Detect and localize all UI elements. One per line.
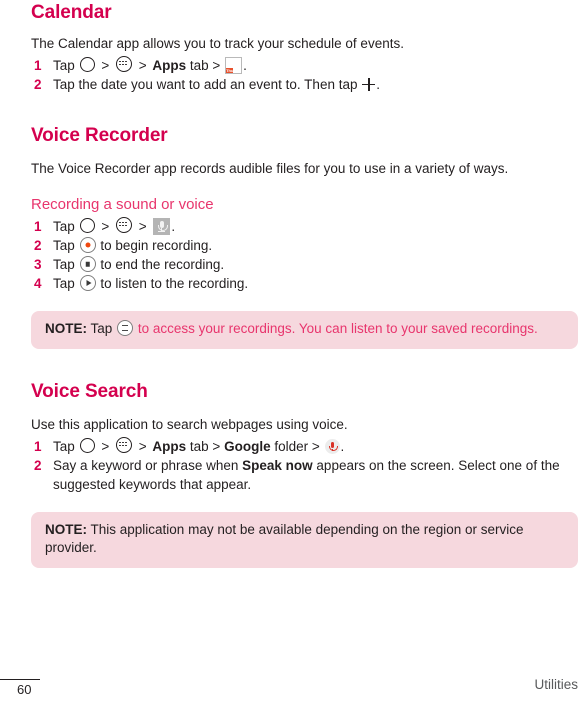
step-number: 1 bbox=[34, 219, 42, 234]
section-title-voice-recorder: Voice Recorder bbox=[31, 125, 168, 146]
running-head: Utilities bbox=[534, 677, 578, 692]
step-period: . bbox=[340, 439, 345, 454]
step-number: 1 bbox=[34, 439, 42, 454]
step-period: . bbox=[376, 77, 381, 92]
note-text: This application may not be available de… bbox=[45, 522, 524, 555]
voice-search-intro: Use this application to search webpages … bbox=[31, 417, 348, 432]
chevron-separator: > bbox=[101, 58, 110, 73]
record-button-icon[interactable] bbox=[79, 237, 96, 253]
speak-now-label: Speak now bbox=[242, 458, 313, 473]
apps-dots bbox=[118, 60, 127, 66]
voice-search-steps: 1 Tap > > Apps tab > Google folder > . 2… bbox=[31, 437, 578, 494]
google-mic-icon[interactable] bbox=[324, 439, 340, 454]
voice-search-step-2: 2 Say a keyword or phrase when Speak now … bbox=[31, 456, 578, 494]
step-text-after: to end the recording. bbox=[100, 257, 225, 272]
apps-icon[interactable] bbox=[115, 56, 132, 72]
section-title-calendar: Calendar bbox=[31, 2, 112, 23]
note-text-before: Tap bbox=[90, 321, 113, 336]
chevron-separator: > bbox=[101, 219, 110, 234]
calendar-step-2: 2 Tap the date you want to add an event t… bbox=[31, 75, 578, 94]
apps-icon[interactable] bbox=[115, 437, 132, 453]
step-number: 4 bbox=[34, 276, 42, 291]
google-folder-label: Google bbox=[224, 439, 271, 454]
plus-icon[interactable] bbox=[362, 78, 376, 91]
voice-search-step-1: 1 Tap > > Apps tab > Google folder > . bbox=[31, 437, 578, 456]
step-text-after: to begin recording. bbox=[100, 238, 213, 253]
step-period: . bbox=[171, 219, 176, 234]
calendar-icon-weekday: Thu bbox=[226, 68, 234, 73]
voice-recorder-intro: The Voice Recorder app records audible f… bbox=[31, 161, 509, 176]
voice-recorder-step-3: 3 Tap to end the recording. bbox=[31, 255, 578, 274]
step-text: Tap the date you want to add an event to… bbox=[53, 77, 358, 92]
manual-page: Calendar The Calendar app allows you to … bbox=[0, 0, 578, 701]
subsection-title-recording: Recording a sound or voice bbox=[31, 196, 214, 213]
calendar-app-icon[interactable]: Thu 17 bbox=[225, 57, 243, 74]
page-number: 60 bbox=[17, 682, 32, 697]
step-number: 2 bbox=[34, 77, 42, 92]
chevron-separator: > bbox=[101, 439, 110, 454]
apps-dots bbox=[118, 221, 127, 227]
apps-dots bbox=[118, 441, 127, 447]
step-text-after: to listen to the recording. bbox=[100, 276, 249, 291]
step-text: Say a keyword or phrase when bbox=[53, 458, 239, 473]
step-number: 1 bbox=[34, 58, 42, 73]
step-number: 2 bbox=[34, 458, 42, 473]
stop-button-icon[interactable] bbox=[79, 256, 96, 272]
note-text-after: to access your recordings. You can liste… bbox=[137, 321, 538, 336]
calendar-step-1: 1 Tap > > Apps tab > Thu 17 . bbox=[31, 56, 578, 75]
voice-recorder-app-icon[interactable] bbox=[153, 218, 171, 235]
step-text: Tap bbox=[53, 439, 75, 454]
apps-tab-label: Apps bbox=[152, 58, 187, 73]
chevron-separator: > bbox=[138, 58, 147, 73]
folder-word: folder > bbox=[274, 439, 320, 454]
step-text: Tap bbox=[53, 276, 75, 291]
home-icon[interactable] bbox=[79, 57, 95, 72]
calendar-steps: 1 Tap > > Apps tab > Thu 17 . 2 Tap bbox=[31, 56, 578, 94]
note-label: NOTE: bbox=[45, 321, 87, 336]
play-button-icon[interactable] bbox=[79, 275, 96, 291]
chevron-separator: > bbox=[138, 219, 147, 234]
step-text: Tap bbox=[53, 58, 75, 73]
tab-word: tab > bbox=[189, 58, 221, 73]
list-button-icon[interactable] bbox=[117, 320, 134, 336]
apps-tab-label: Apps bbox=[152, 439, 187, 454]
note-label: NOTE: bbox=[45, 522, 87, 537]
step-period: . bbox=[243, 58, 247, 73]
voice-recorder-step-1: 1 Tap > > . bbox=[31, 217, 578, 236]
step-number: 3 bbox=[34, 257, 42, 272]
home-icon[interactable] bbox=[79, 218, 95, 233]
chevron-separator: > bbox=[138, 439, 147, 454]
step-text: Tap bbox=[53, 238, 75, 253]
section-title-voice-search: Voice Search bbox=[31, 381, 148, 402]
step-text: Tap bbox=[53, 257, 75, 272]
footer-divider bbox=[0, 679, 40, 681]
voice-recorder-step-4: 4 Tap to listen to the recording. bbox=[31, 274, 578, 293]
home-icon[interactable] bbox=[79, 438, 95, 453]
page-content: Calendar The Calendar app allows you to … bbox=[31, 0, 578, 568]
voice-recorder-steps: 1 Tap > > . 2 Tap to begin recording. 3 … bbox=[31, 217, 578, 293]
voice-recorder-step-2: 2 Tap to begin recording. bbox=[31, 236, 578, 255]
step-number: 2 bbox=[34, 238, 42, 253]
step-text: Tap bbox=[53, 219, 75, 234]
tab-word: tab > bbox=[189, 439, 221, 454]
apps-icon[interactable] bbox=[115, 217, 132, 233]
calendar-intro: The Calendar app allows you to track you… bbox=[31, 36, 404, 51]
note-box-availability: NOTE: This application may not be availa… bbox=[31, 512, 578, 568]
note-box-recordings: NOTE: Tap to access your recordings. You… bbox=[31, 311, 578, 349]
